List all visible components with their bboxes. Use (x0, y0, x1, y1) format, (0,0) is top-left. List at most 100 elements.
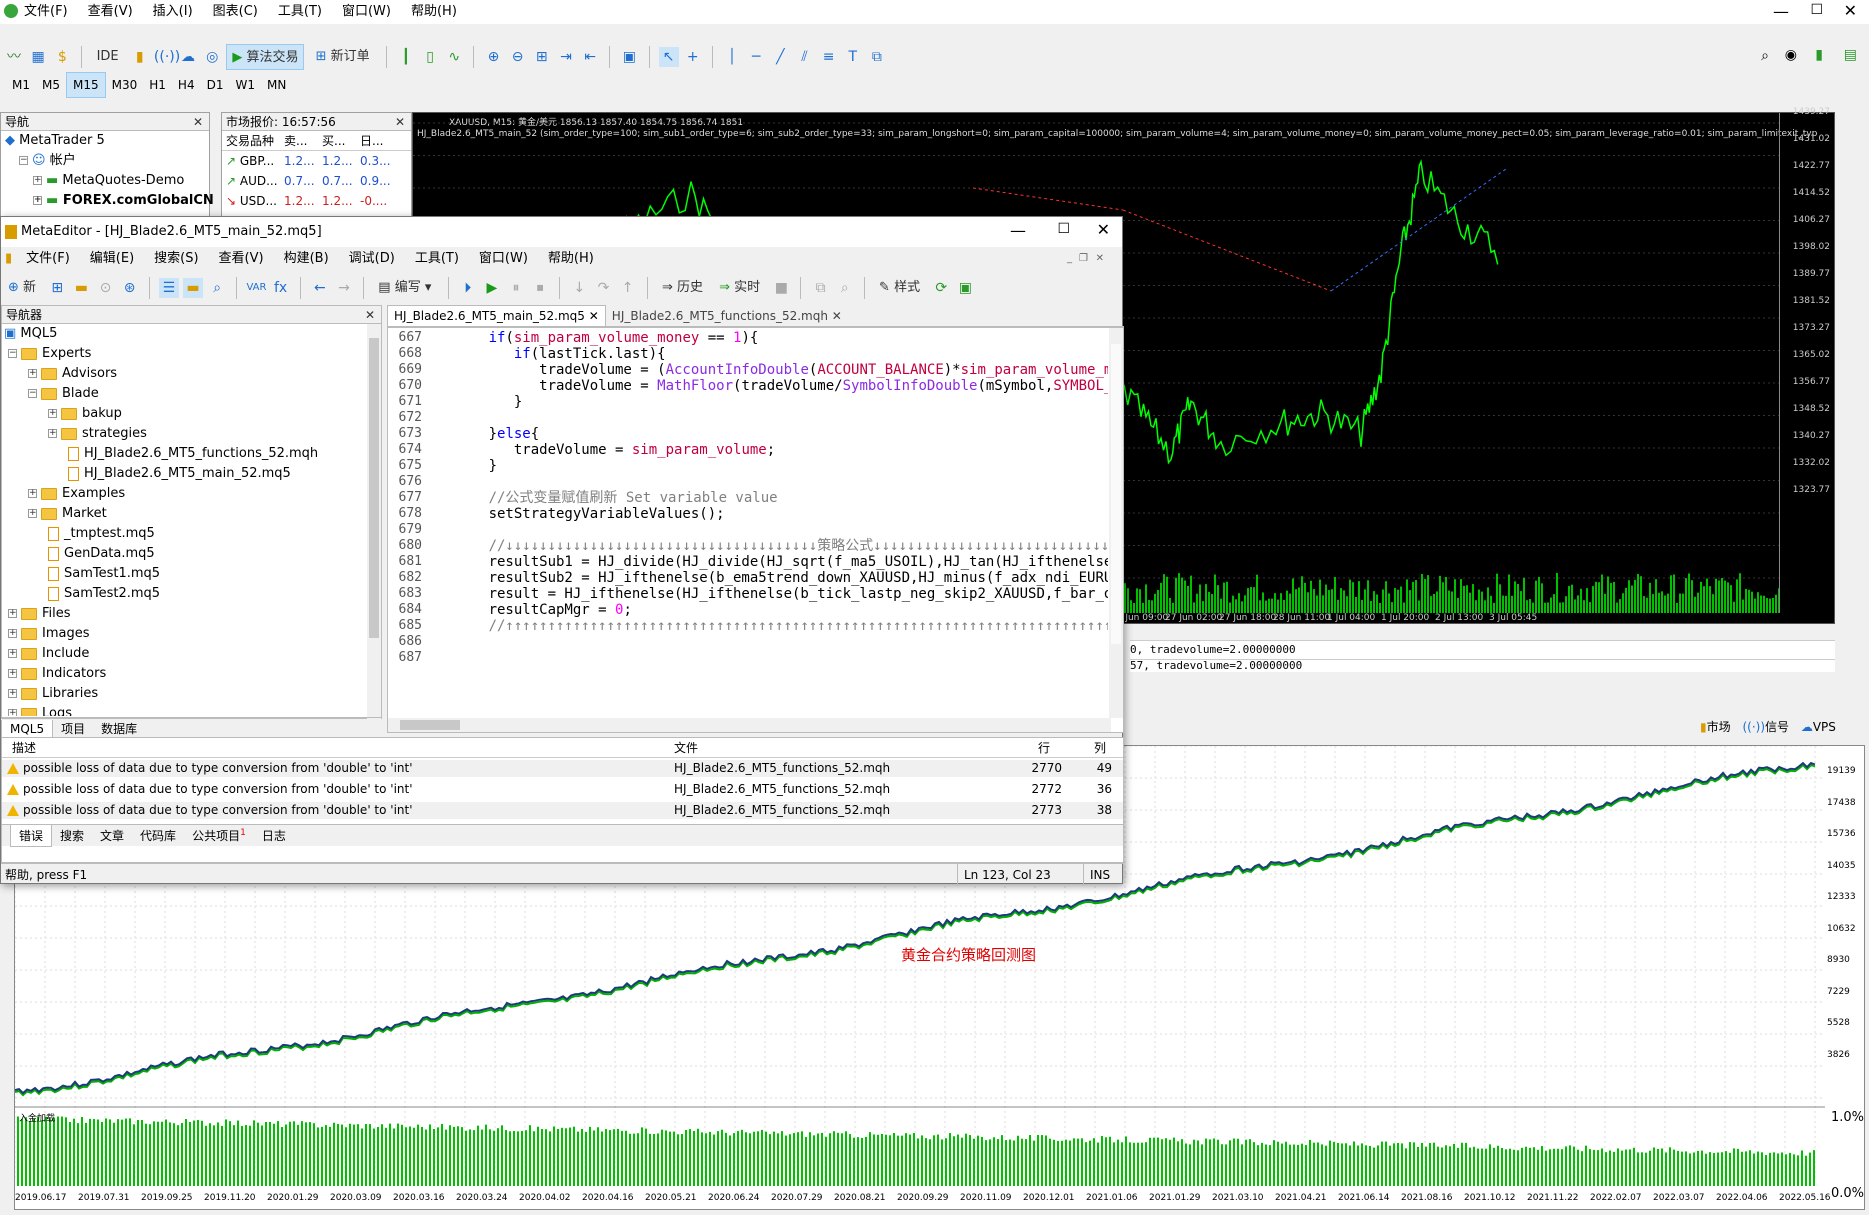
tree-item[interactable]: + Include (4, 644, 381, 664)
algo-trading-button[interactable]: ▶ 算法交易 (226, 44, 305, 70)
folder-toggle-icon[interactable]: ▬ (183, 278, 204, 298)
mt5-menu-insert[interactable]: 插入(I) (143, 0, 203, 24)
debug-pause-icon[interactable]: ⏸ (506, 278, 526, 298)
new-order-button[interactable]: ⊞ 新订单 (311, 44, 375, 70)
tab-project[interactable]: 项目 (53, 718, 93, 739)
channel-icon[interactable]: ⫽ (794, 47, 814, 67)
tree-item[interactable]: − Experts (4, 344, 381, 364)
code-editor[interactable]: 667 668 669 670 671 672 673 674 675 676 677 678 679 6… (387, 327, 1124, 733)
close-icon[interactable]: ✕ (1097, 220, 1110, 239)
forward-arrow-icon[interactable]: → (334, 278, 354, 298)
debug-stop-icon[interactable]: ⏹ (530, 278, 550, 298)
tree-item[interactable]: + Files (4, 604, 381, 624)
tab-signals[interactable]: 信号 (1765, 720, 1789, 734)
new-file-button[interactable]: ⊕ 新 (3, 275, 41, 301)
tree-item[interactable]: + strategies (4, 424, 381, 444)
me-menu-view[interactable]: 查看(V) (209, 247, 274, 271)
me-menu-edit[interactable]: 编辑(E) (80, 247, 144, 271)
market-row[interactable]: ↗ GBP... 1.2... 1.2... 0.3... (222, 151, 411, 171)
tree-item[interactable]: ▣ MQL5 (4, 324, 381, 344)
close-icon[interactable]: ✕ (395, 113, 405, 131)
mt5-menu-file[interactable]: 文件(F) (14, 0, 78, 24)
screenshot-icon[interactable]: ▣ (619, 47, 639, 67)
tree-item[interactable]: GenData.mq5 (4, 544, 381, 564)
nav-server-2[interactable]: + ▬ FOREX.comGlobalCN (5, 191, 214, 211)
zoom-out-icon[interactable]: ⊖ (508, 47, 528, 67)
step-out-icon[interactable]: ↑ (618, 278, 638, 298)
market-row[interactable]: ↗ AUD... 0.7... 0.7... 0.9... (222, 171, 411, 191)
me-menu-help[interactable]: 帮助(H) (538, 247, 604, 271)
tab-search[interactable]: 搜索 (52, 825, 92, 846)
tab-codebase[interactable]: 代码库 (132, 825, 184, 846)
copy-icon[interactable]: ⧉ (811, 278, 831, 298)
account-icon[interactable]: ◉ (1785, 47, 1797, 63)
crosshair-icon[interactable]: + (683, 47, 703, 67)
nav-accounts[interactable]: − ☺ 帐户 (5, 151, 209, 171)
error-row[interactable]: possible loss of data due to type conver… (2, 781, 1123, 798)
tf-m15[interactable]: M15 (66, 72, 106, 98)
me-menu-window[interactable]: 窗口(W) (469, 247, 538, 271)
mt5-menu-tools[interactable]: 工具(T) (268, 0, 332, 24)
tree-item[interactable]: + Advisors (4, 364, 381, 384)
error-row[interactable]: possible loss of data due to type conver… (2, 802, 1123, 819)
mt5-menu-help[interactable]: 帮助(H) (401, 0, 467, 24)
sync-icon[interactable]: ⟳ (931, 278, 951, 298)
lock-icon[interactable]: ▮ (130, 47, 150, 67)
debug-start-icon[interactable]: ⏵ (458, 278, 478, 298)
market-row[interactable]: ↘ USD... 1.2... 1.2... -0.... (222, 191, 411, 211)
nav-root[interactable]: ◆ MetaTrader 5 (5, 131, 209, 151)
tf-m5[interactable]: M5 (36, 72, 66, 98)
tree-item[interactable]: HJ_Blade2.6_MT5_functions_52.mqh (4, 444, 381, 464)
shapes-icon[interactable]: ⧉ (867, 47, 887, 67)
me-menu-tools[interactable]: 工具(T) (405, 247, 469, 271)
text-tool-icon[interactable]: T (843, 47, 863, 67)
error-row[interactable]: possible loss of data due to type conver… (2, 760, 1123, 777)
me-menu-file[interactable]: 文件(F) (16, 247, 80, 271)
mdi-close-icon[interactable]: ✕ (1086, 247, 1114, 271)
tree-item[interactable]: + Logs (4, 704, 381, 716)
tree-item[interactable]: + Libraries (4, 684, 381, 704)
grid-icon[interactable]: ⊞ (532, 47, 552, 67)
minimize-icon[interactable]: — (1773, 2, 1789, 21)
nav-server-1[interactable]: + ▬ MetaQuotes-Demo (5, 171, 209, 191)
profiles-icon[interactable]: $ (52, 47, 72, 67)
chart-shift-icon[interactable]: ⇤ (580, 47, 600, 67)
save-icon[interactable]: ⊛ (120, 278, 140, 298)
search-icon[interactable]: ⌕ (1761, 48, 1769, 64)
tree-item[interactable]: SamTest1.mq5 (4, 564, 381, 584)
tab-journal[interactable]: 日志 (254, 825, 294, 846)
signal-icon[interactable]: ((·)) (154, 47, 180, 67)
maximize-icon[interactable]: ☐ (1810, 2, 1823, 18)
collapse-icon[interactable]: − (19, 156, 28, 165)
stop-icon[interactable]: ■ (771, 278, 791, 298)
close-icon[interactable]: ✕ (365, 306, 375, 324)
navigator-toggle-icon[interactable]: ☰ (158, 278, 179, 298)
close-tab-icon[interactable]: ✕ (832, 309, 842, 323)
tree-item[interactable]: + Images (4, 624, 381, 644)
close-tab-icon[interactable]: ✕ (589, 309, 599, 323)
profile-icon[interactable]: ⌕ (835, 278, 855, 298)
tf-h4[interactable]: H4 (172, 72, 201, 98)
tab-vps[interactable]: VPS (1813, 720, 1836, 734)
tree-item[interactable]: SamTest2.mq5 (4, 584, 381, 604)
compile-button[interactable]: ▤ 编写 ▾ (373, 275, 436, 301)
mt5-menu-view[interactable]: 查看(V) (78, 0, 143, 24)
realtime-button[interactable]: ⇒ 实时 (714, 275, 765, 301)
mt5-menu-charts[interactable]: 图表(C) (203, 0, 268, 24)
tf-m30[interactable]: M30 (106, 72, 144, 98)
mt5-menu-window[interactable]: 窗口(W) (332, 0, 401, 24)
minimize-icon[interactable]: — (1010, 221, 1026, 240)
code-vscrollbar[interactable] (1109, 328, 1123, 718)
back-arrow-icon[interactable]: ← (310, 278, 330, 298)
tf-w1[interactable]: W1 (229, 72, 261, 98)
candles-icon[interactable]: ▯ (420, 47, 440, 67)
vertical-line-icon[interactable]: │ (722, 47, 742, 67)
tf-m1[interactable]: M1 (6, 72, 36, 98)
maximize-icon[interactable]: ☐ (1057, 221, 1070, 237)
nav-scrollbar[interactable] (367, 324, 381, 720)
close-icon[interactable]: ✕ (193, 113, 203, 131)
tab-public-projects[interactable]: 公共项目 (184, 825, 240, 846)
search-doc-icon[interactable]: ⌕ (207, 278, 227, 298)
expand-icon[interactable]: + (33, 196, 42, 205)
ide-button[interactable]: IDE (92, 44, 124, 70)
